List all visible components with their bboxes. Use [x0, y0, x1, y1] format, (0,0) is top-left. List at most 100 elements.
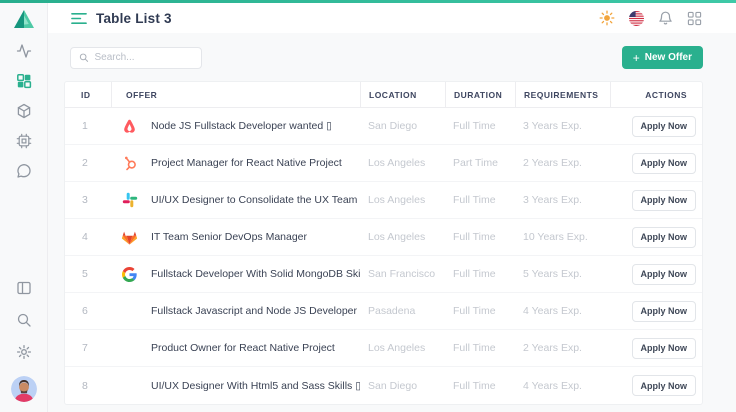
new-offer-button[interactable]: + New Offer [622, 46, 703, 69]
apply-now-button[interactable]: Apply Now [632, 375, 697, 396]
table-row: 6 Fullstack Javascript and Node JS Devel… [65, 293, 702, 330]
column-header-id: ID [65, 82, 111, 108]
menu-toggle[interactable] [71, 10, 87, 26]
sidebar-item-layout[interactable] [16, 280, 32, 296]
us-flag-icon [629, 11, 644, 26]
table-row: 4 IT Team Senior DevOps Manager Los Ange… [65, 219, 702, 256]
offer-duration: Full Time [445, 305, 515, 317]
google-icon [122, 267, 137, 282]
grid-icon [687, 11, 702, 26]
column-header-location: LOCATION [360, 82, 445, 108]
search-icon [79, 52, 89, 63]
page-title: Table List 3 [96, 11, 172, 26]
apply-now-button[interactable]: Apply Now [632, 116, 697, 137]
apply-now-button[interactable]: Apply Now [632, 153, 697, 174]
top-accent-strip [0, 0, 736, 3]
offer-title: IT Team Senior DevOps Manager [151, 231, 307, 243]
table-row: 2 Project Manager for React Native Proje… [65, 145, 702, 182]
brand-icon-slot [121, 377, 138, 394]
slack-icon [121, 192, 138, 209]
offer-requirements: 3 Years Exp. [515, 194, 610, 206]
main-area: Table List 3 [48, 3, 736, 412]
gear-icon [16, 344, 32, 360]
table-header: ID OFFER LOCATION DURATION REQUIREMENTS … [65, 82, 702, 108]
column-header-offer: OFFER [111, 82, 360, 108]
offer-requirements: 5 Years Exp. [515, 268, 610, 280]
language-selector[interactable] [628, 10, 644, 26]
offer-location: Los Angeles [360, 194, 445, 206]
sidebar-item-activity[interactable] [16, 43, 32, 59]
sidebar-item-settings[interactable] [16, 344, 32, 360]
offer-title: UI/UX Designer With Html5 and Sass Skill… [151, 380, 360, 392]
google-icon [121, 266, 138, 283]
dashboard-grid-icon [16, 73, 32, 89]
theme-toggle[interactable] [599, 10, 615, 26]
avatar-image [11, 376, 37, 402]
sidebar-nav [16, 43, 32, 179]
row-id: 1 [65, 120, 111, 132]
offer-title: Project Manager for React Native Project [151, 157, 342, 169]
apply-now-button[interactable]: Apply Now [632, 338, 697, 359]
offer-location: Pasadena [360, 305, 445, 317]
apply-now-button[interactable]: Apply Now [632, 190, 697, 211]
column-header-requirements: REQUIREMENTS [515, 82, 610, 108]
topbar-actions [599, 10, 702, 26]
offer-duration: Full Time [445, 268, 515, 280]
sidebar-item-cpu[interactable] [16, 133, 32, 149]
row-id: 8 [65, 380, 111, 392]
apply-now-button[interactable]: Apply Now [632, 301, 697, 322]
offer-requirements: 2 Years Exp. [515, 157, 610, 169]
offer-title: Fullstack Javascript and Node JS Develop… [151, 305, 357, 317]
sidebar-item-chat[interactable] [16, 163, 32, 179]
hamburger-icon [71, 12, 87, 25]
offer-requirements: 4 Years Exp. [515, 305, 610, 317]
row-id: 3 [65, 194, 111, 206]
topbar: Table List 3 [48, 3, 736, 33]
table-row: 3 UI/UX Designer to Consolidate the UX T… [65, 182, 702, 219]
gitlab-icon [121, 229, 138, 246]
logo-triangle-icon [13, 9, 35, 29]
apply-now-button[interactable]: Apply Now [632, 227, 697, 248]
hubspot-icon [121, 155, 138, 172]
brand-icon-slot [121, 303, 138, 320]
table-row: 8 UI/UX Designer With Html5 and Sass Ski… [65, 367, 702, 404]
app-switcher[interactable] [686, 10, 702, 26]
sidebar-bottom-nav [11, 280, 37, 412]
sidebar [0, 3, 48, 412]
search-icon [16, 312, 32, 328]
offer-duration: Full Time [445, 231, 515, 243]
table-row: 1 Node JS Fullstack Developer wanted ▯ S… [65, 108, 702, 145]
layout-sidebar-icon [16, 280, 32, 296]
notifications-button[interactable] [657, 10, 673, 26]
sidebar-item-package[interactable] [16, 103, 32, 119]
search-input[interactable] [95, 52, 194, 63]
search-box [70, 47, 202, 69]
offer-duration: Full Time [445, 120, 515, 132]
row-id: 5 [65, 268, 111, 280]
apply-now-button[interactable]: Apply Now [632, 264, 697, 285]
table-row: 7 Product Owner for React Native Project… [65, 330, 702, 367]
user-avatar[interactable] [11, 376, 37, 402]
chat-icon [16, 163, 32, 179]
offer-location: San Diego [360, 380, 445, 392]
brand-icon-slot [121, 340, 138, 357]
offer-title: Node JS Fullstack Developer wanted ▯ [151, 120, 332, 132]
offer-duration: Part Time [445, 157, 515, 169]
app-logo[interactable] [0, 3, 47, 35]
package-icon [16, 103, 32, 119]
sidebar-item-dashboard[interactable] [16, 73, 32, 89]
offer-requirements: 4 Years Exp. [515, 380, 610, 392]
offer-location: Los Angeles [360, 157, 445, 169]
offer-location: San Francisco [360, 268, 445, 280]
offer-requirements: 3 Years Exp. [515, 120, 610, 132]
row-id: 7 [65, 342, 111, 354]
cpu-icon [16, 133, 32, 149]
sidebar-item-search[interactable] [16, 312, 32, 328]
airbnb-icon [121, 118, 138, 135]
bell-icon [658, 10, 673, 26]
offers-table: ID OFFER LOCATION DURATION REQUIREMENTS … [64, 81, 703, 405]
offer-location: Los Angeles [360, 342, 445, 354]
new-offer-label: New Offer [645, 52, 692, 63]
column-header-duration: DURATION [445, 82, 515, 108]
slack-icon [122, 192, 138, 208]
